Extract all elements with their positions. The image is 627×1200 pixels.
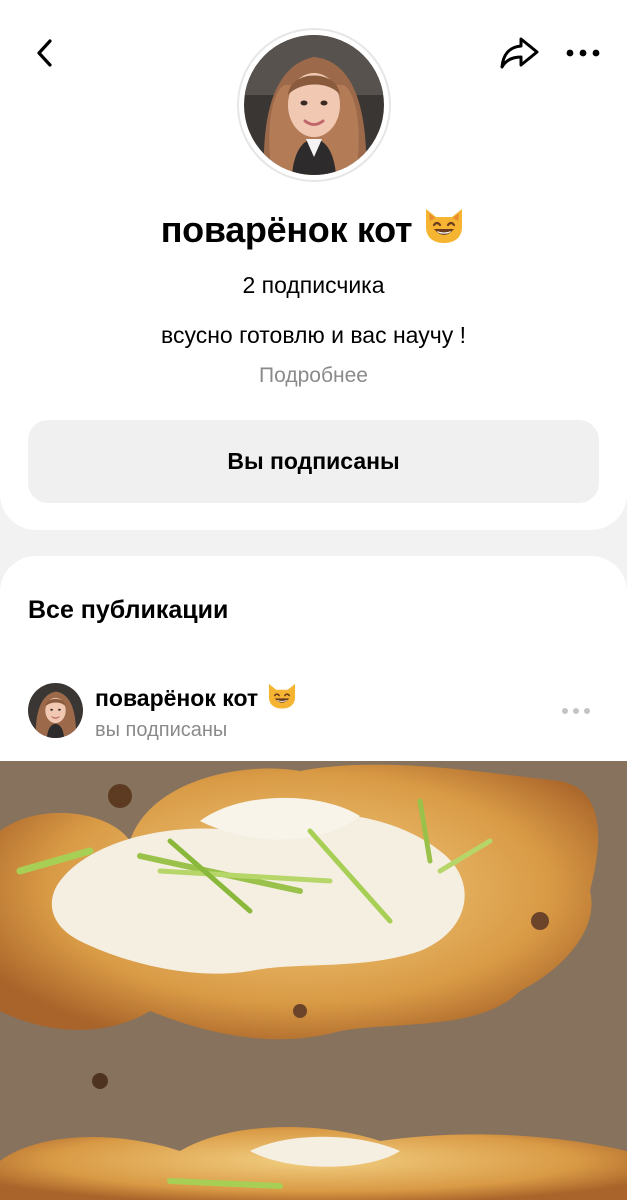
post-author-text: поварёнок кот: [95, 685, 259, 711]
more-info-link[interactable]: Подробнее: [0, 364, 627, 388]
section-title: Все публикации: [28, 596, 229, 624]
cat-emoji-icon: [266, 681, 298, 716]
channel-name: поварёнок кот: [0, 205, 627, 254]
profile-avatar[interactable]: [237, 28, 391, 182]
post-subscription-status: вы подписаны: [95, 719, 228, 741]
avatar-photo: [244, 35, 384, 175]
more-horizontal-icon: [562, 708, 590, 714]
post-author-name[interactable]: поварёнок кот: [95, 681, 298, 716]
post-author-avatar[interactable]: [28, 683, 83, 738]
share-button[interactable]: [494, 28, 544, 78]
back-button[interactable]: [22, 30, 68, 76]
publications-feed: Все публикации поварёнок кот вы подписан…: [0, 556, 627, 1200]
more-horizontal-icon: [566, 49, 600, 57]
channel-description: всусно готовлю и вас научу !: [161, 322, 466, 348]
channel-name-text: поварёнок кот: [160, 208, 413, 250]
post-image[interactable]: [0, 761, 627, 1200]
subscribed-button[interactable]: Вы подписаны: [28, 420, 599, 503]
cat-emoji-icon: [422, 205, 466, 254]
profile-header: поварёнок кот 2 подписчика всусно готовл…: [0, 0, 627, 530]
post-more-button[interactable]: [556, 696, 596, 726]
share-arrow-icon: [500, 37, 539, 69]
subscriber-count: 2 подписчика: [242, 272, 385, 298]
more-options-button[interactable]: [560, 30, 606, 76]
chevron-left-icon: [37, 39, 52, 67]
